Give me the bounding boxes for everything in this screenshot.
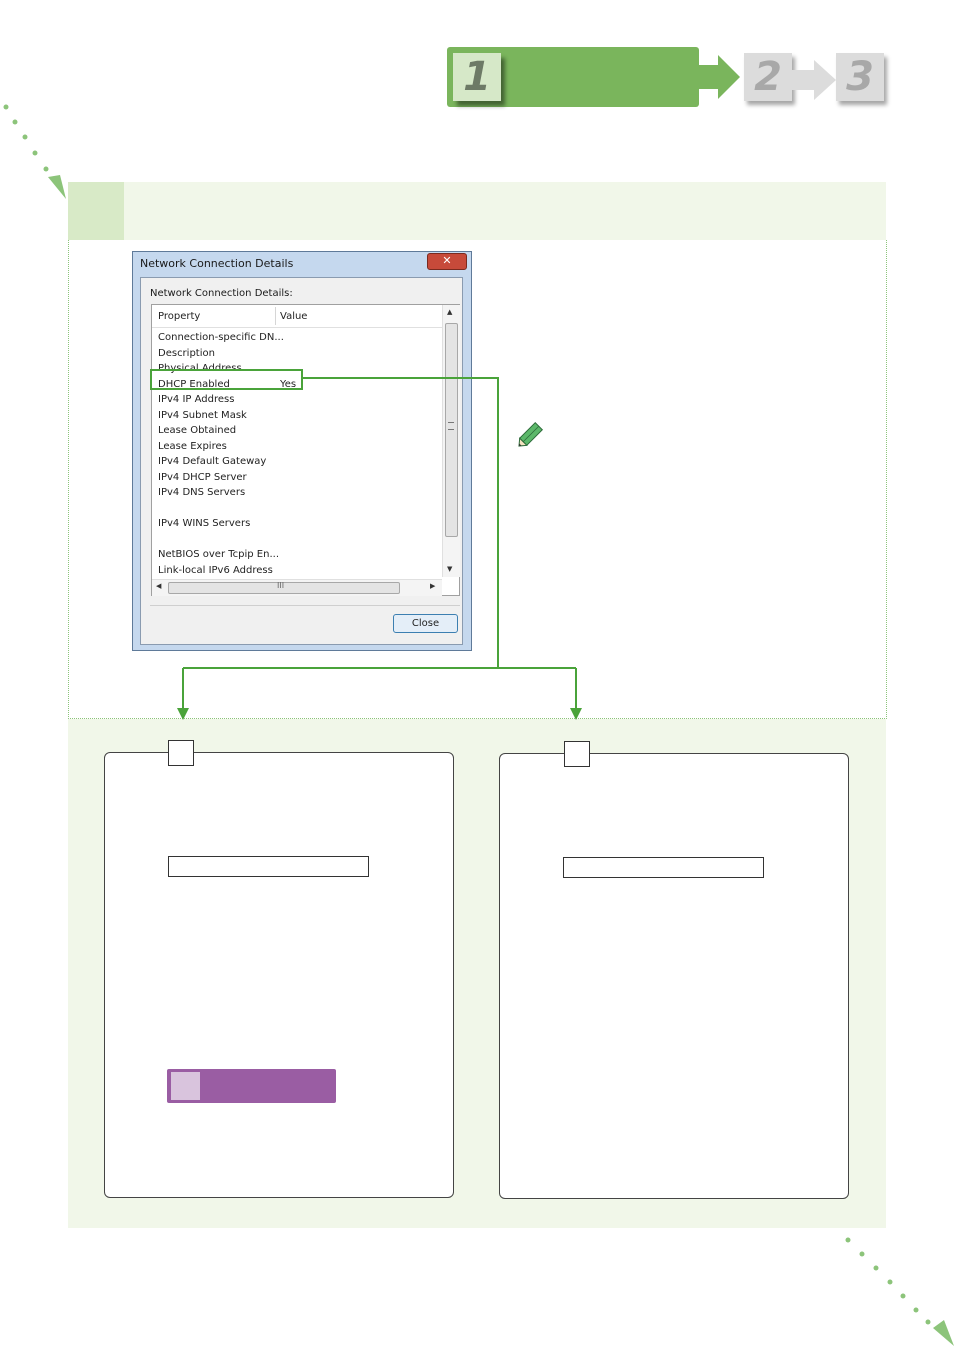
- connector-lines: [177, 377, 582, 720]
- result-card-left-heading-bar: [168, 856, 369, 877]
- result-card-right-number: [564, 741, 590, 767]
- result-card-left-number: [168, 740, 194, 766]
- arrow-down-icon: [570, 708, 582, 720]
- arrow-down-icon: [177, 708, 189, 720]
- result-card-right-heading-bar: [563, 857, 764, 878]
- dotted-arrow-icon: [845, 1237, 954, 1346]
- result-card-left: [104, 752, 454, 1198]
- pencil-icon: [518, 421, 544, 447]
- result-card-right: [499, 753, 849, 1199]
- purple-step-number-box: [171, 1072, 200, 1100]
